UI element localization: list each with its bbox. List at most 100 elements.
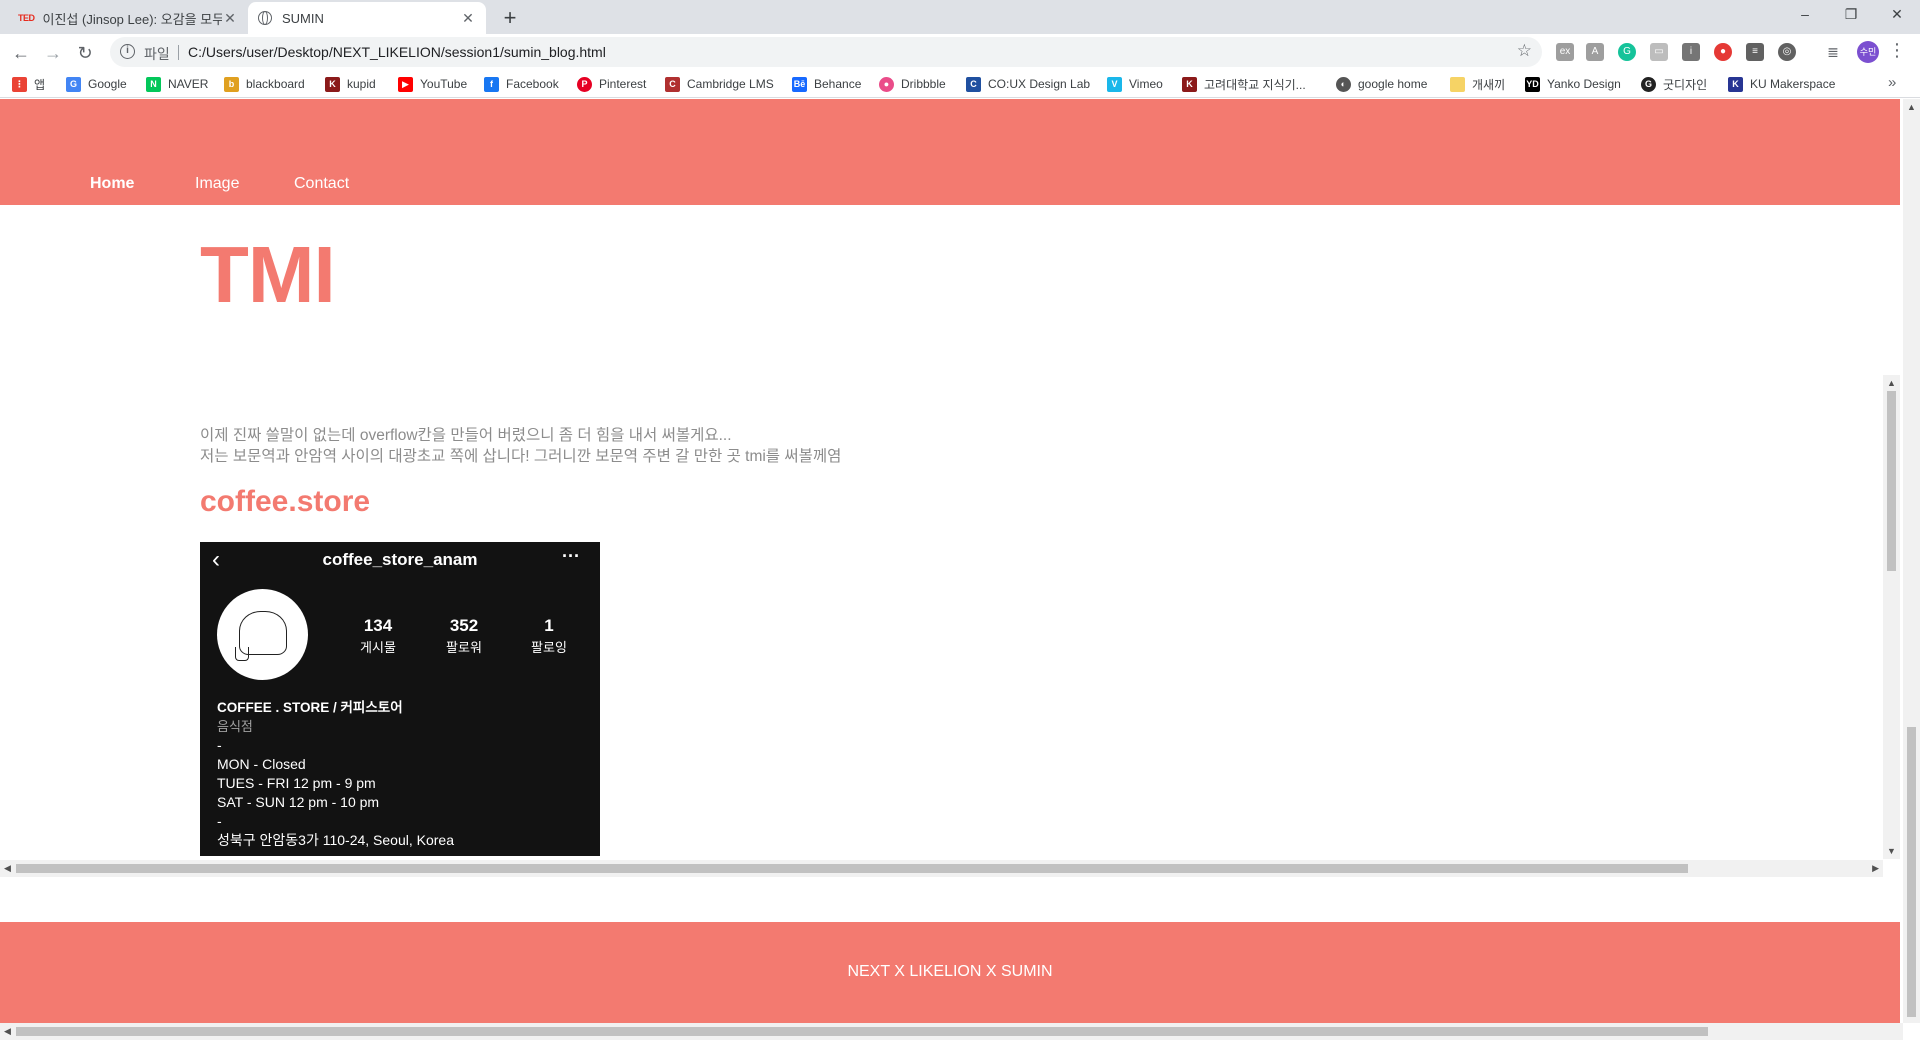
bookmark-pinterest[interactable]: P Pinterest [577,75,646,93]
bookmark-coux[interactable]: C CO:UX Design Lab [966,75,1090,93]
bookmark-label: 고려대학교 지식기... [1204,77,1306,92]
content-horizontal-scrollbar[interactable]: ◀ ▶ [0,860,1883,877]
bookmark-cambridge-lms[interactable]: C Cambridge LMS [665,75,774,93]
scroll-down-arrow-icon[interactable]: ▼ [1887,846,1896,856]
bookmark-dribbble[interactable]: ● Dribbble [879,75,946,93]
divider [178,45,179,60]
extension-globe-icon[interactable]: ◎ [1778,43,1796,61]
makerspace-icon: K [1728,76,1743,92]
tab-ted[interactable]: TED 이진섭 (Jinsop Lee): 오감을 모두 ✕ [8,2,248,34]
bookmark-google[interactable]: G Google [66,75,127,93]
info-icon[interactable]: i [120,44,135,59]
browser-toolbar: ← → ↻ i 파일 C:/Users/user/Desktop/NEXT_LI… [0,34,1920,70]
scrollbar-thumb[interactable] [16,864,1688,873]
bookmark-vimeo[interactable]: V Vimeo [1107,75,1163,93]
nav-image-link[interactable]: Image [195,175,239,193]
new-tab-button[interactable]: + [496,4,524,32]
bookmark-blackboard[interactable]: b blackboard [224,75,305,93]
bookmarks-overflow-button[interactable]: » [1888,74,1896,91]
scrollbar-thumb[interactable] [16,1027,1708,1036]
scroll-right-arrow-icon[interactable]: ▶ [1872,863,1879,874]
extension-ex-icon[interactable]: ex [1556,43,1574,61]
bookmark-label: 앱 [34,77,46,92]
back-button[interactable]: ← [8,40,34,66]
scroll-left-arrow-icon[interactable]: ◀ [4,863,11,874]
korea-univ-icon: K [1182,76,1197,92]
extension-reader-icon[interactable]: ≡ [1746,43,1764,61]
bookmark-kupid[interactable]: Kkupid [325,75,376,93]
scroll-up-arrow-icon[interactable]: ▲ [1907,102,1916,112]
scrollbar-thumb[interactable] [1887,391,1896,571]
page-vertical-scrollbar[interactable]: ▲ [1903,99,1920,1023]
close-tab-icon[interactable]: ✕ [460,10,476,27]
good-design-icon: G [1641,76,1656,92]
grammarly-icon[interactable]: G [1618,43,1636,61]
footer-text: NEXT X LIKELION X SUMIN [847,963,1053,980]
extension-pin-icon[interactable]: ● [1714,43,1732,61]
bookmark-label: 굿디자인 [1663,77,1708,92]
tab-strip: TED 이진섭 (Jinsop Lee): 오감을 모두 ✕ SUMIN ✕ +… [0,0,1920,34]
bookmark-label: Pinterest [599,77,647,91]
stat-label: 팔로워 [446,640,482,655]
bookmark-yanko[interactable]: YD Yanko Design [1525,75,1621,93]
nav-home-link[interactable]: Home [90,175,134,193]
insta-handle: coffee_store_anam [322,550,478,569]
yanko-icon: YD [1525,76,1540,92]
scrollbar-thumb[interactable] [1907,727,1916,1017]
bookmark-label: Behance [814,77,862,91]
close-window-button[interactable]: ✕ [1874,0,1920,30]
coux-icon: C [966,76,981,92]
profile-avatar[interactable]: 수민 [1857,41,1879,63]
extension-info-icon[interactable]: i [1682,43,1700,61]
bookmark-facebook[interactable]: f Facebook [484,75,559,93]
bookmark-label: CO:UX Design Lab [988,77,1091,91]
site-header: Home Image Contact [0,99,1900,205]
bookmark-label: Cambridge LMS [687,77,774,91]
bookmark-good-design[interactable]: G 굿디자인 [1641,75,1707,93]
chrome-menu-icon[interactable]: ⋮ [1888,40,1906,61]
bookmark-naver[interactable]: N NAVER [146,75,208,93]
bookmark-apps[interactable]: ⋮ 앱 [12,75,45,93]
bio-line: - [217,813,222,829]
address-bar[interactable]: i 파일 C:/Users/user/Desktop/NEXT_LIKELION… [110,37,1542,67]
extension-pdf-icon[interactable]: A [1586,43,1604,61]
stat-label: 팔로잉 [531,640,567,655]
bookmark-label: google home [1358,77,1428,91]
scroll-up-arrow-icon[interactable]: ▲ [1887,378,1896,388]
bookmark-label: Vimeo [1129,77,1163,91]
bookmark-makerspace[interactable]: K KU Makerspace [1728,75,1835,93]
restore-button[interactable]: ❐ [1828,0,1874,30]
media-queue-icon[interactable]: ≣ [1824,43,1842,61]
close-tab-icon[interactable]: ✕ [222,10,238,27]
bookmark-label: Facebook [506,77,559,91]
tab-sumin[interactable]: SUMIN ✕ [248,2,486,34]
kupid-icon: K [325,76,340,92]
page-horizontal-scrollbar[interactable]: ◀ [0,1023,1903,1040]
minimize-button[interactable]: – [1782,0,1828,30]
bookmark-label: NAVER [168,77,209,91]
folder-icon [1450,76,1465,92]
bookmark-folder[interactable]: 개새끼 [1450,75,1505,93]
instagram-profile-image: ‹ coffee_store_anam ··· 134 게시물 352 팔로워 … [200,542,600,856]
bookmark-google-home[interactable]: ◐ google home [1336,75,1427,93]
scroll-left-arrow-icon[interactable]: ◀ [4,1026,11,1037]
following-stat: 1 팔로잉 [509,616,589,656]
bookmark-label: Google [88,77,127,91]
stat-label: 게시물 [360,640,396,655]
bookmarks-bar: ⋮ 앱 G Google N NAVER b blackboard Kkupid ▶ Yo… [0,70,1920,98]
profile-category: 음식점 [217,719,253,734]
nav-contact-link[interactable]: Contact [294,175,349,193]
forward-button[interactable]: → [40,40,66,66]
bookmark-korea-univ[interactable]: K 고려대학교 지식기... [1182,75,1306,93]
extension-window-icon[interactable]: ▭ [1650,43,1668,61]
bookmark-youtube[interactable]: ▶ YouTube [398,75,467,93]
bookmark-star-icon[interactable]: ☆ [1517,41,1532,61]
bookmark-behance[interactable]: Bē Behance [792,75,861,93]
url-text[interactable]: C:/Users/user/Desktop/NEXT_LIKELION/sess… [188,44,606,60]
content-vertical-scrollbar[interactable]: ▲ ▼ [1883,375,1900,859]
reload-button[interactable]: ↻ [72,40,98,66]
apps-grid-icon: ⋮ [12,76,27,92]
bio-line: - [217,737,222,753]
behance-icon: Bē [792,76,807,92]
more-options-icon: ··· [562,546,580,566]
